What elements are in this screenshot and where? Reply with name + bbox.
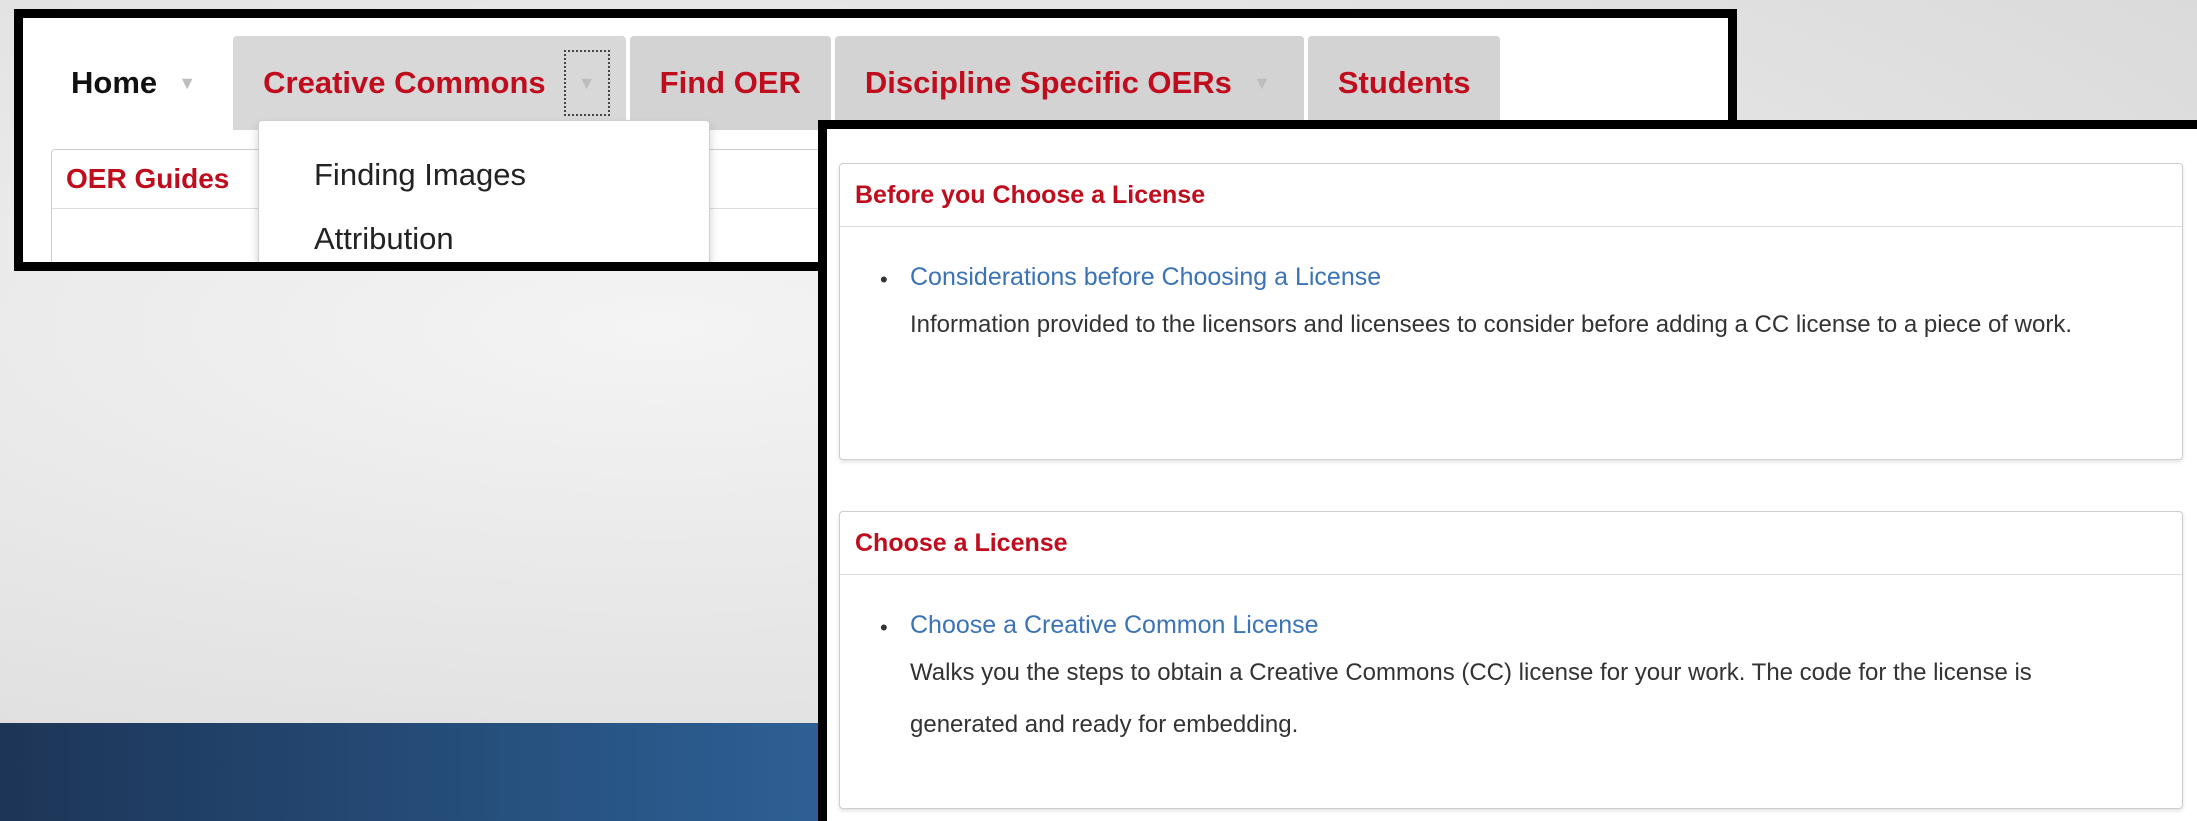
chevron-down-icon[interactable]: ▼ <box>563 50 610 116</box>
link-description: Information provided to the licensors an… <box>910 311 2072 338</box>
menu-item-finding-images[interactable]: Finding Images <box>259 143 709 207</box>
panel-body: • Considerations before Choosing a Licen… <box>840 227 2182 351</box>
tab-discipline-label: Discipline Specific OERs <box>864 65 1232 100</box>
nav-tabs: Home ▼ Creative Commons ▼ Find OER Disci… <box>23 36 1504 130</box>
panel-choose-license: Choose a License • Choose a Creative Com… <box>839 511 2183 809</box>
bullet-icon: • <box>880 615 888 640</box>
tab-find-oer-label: Find OER <box>659 65 801 100</box>
link-choose-cc-license[interactable]: Choose a Creative Common License <box>910 605 2142 645</box>
link-considerations[interactable]: Considerations before Choosing a License <box>910 257 2142 297</box>
menu-item-attribution[interactable]: Attribution <box>259 207 709 262</box>
link-description: Walks you the steps to obtain a Creative… <box>910 659 2032 738</box>
tab-home-label: Home <box>71 65 158 100</box>
panel-title: Before you Choose a License <box>840 164 2182 227</box>
panel-body: • Choose a Creative Common License Walks… <box>840 575 2182 751</box>
bullet-icon: • <box>880 267 888 292</box>
panel-title: Choose a License <box>840 512 2182 575</box>
tab-find-oer[interactable]: Find OER <box>629 36 831 130</box>
license-screenshot: Before you Choose a License • Considerat… <box>818 120 2197 821</box>
tab-discipline-specific-oers[interactable]: Discipline Specific OERs ▼ <box>834 36 1304 130</box>
chevron-down-icon[interactable]: ▼ <box>1250 73 1274 94</box>
chevron-down-icon[interactable]: ▼ <box>175 73 199 94</box>
tab-students-label: Students <box>1337 65 1471 100</box>
panel-before-license: Before you Choose a License • Considerat… <box>839 163 2183 460</box>
tab-students[interactable]: Students <box>1307 36 1501 130</box>
creative-commons-dropdown: Finding Images Attribution <box>258 120 710 262</box>
tab-home[interactable]: Home ▼ <box>43 36 229 130</box>
tab-creative-commons[interactable]: Creative Commons ▼ <box>233 36 626 130</box>
tab-creative-commons-label: Creative Commons <box>263 65 546 100</box>
